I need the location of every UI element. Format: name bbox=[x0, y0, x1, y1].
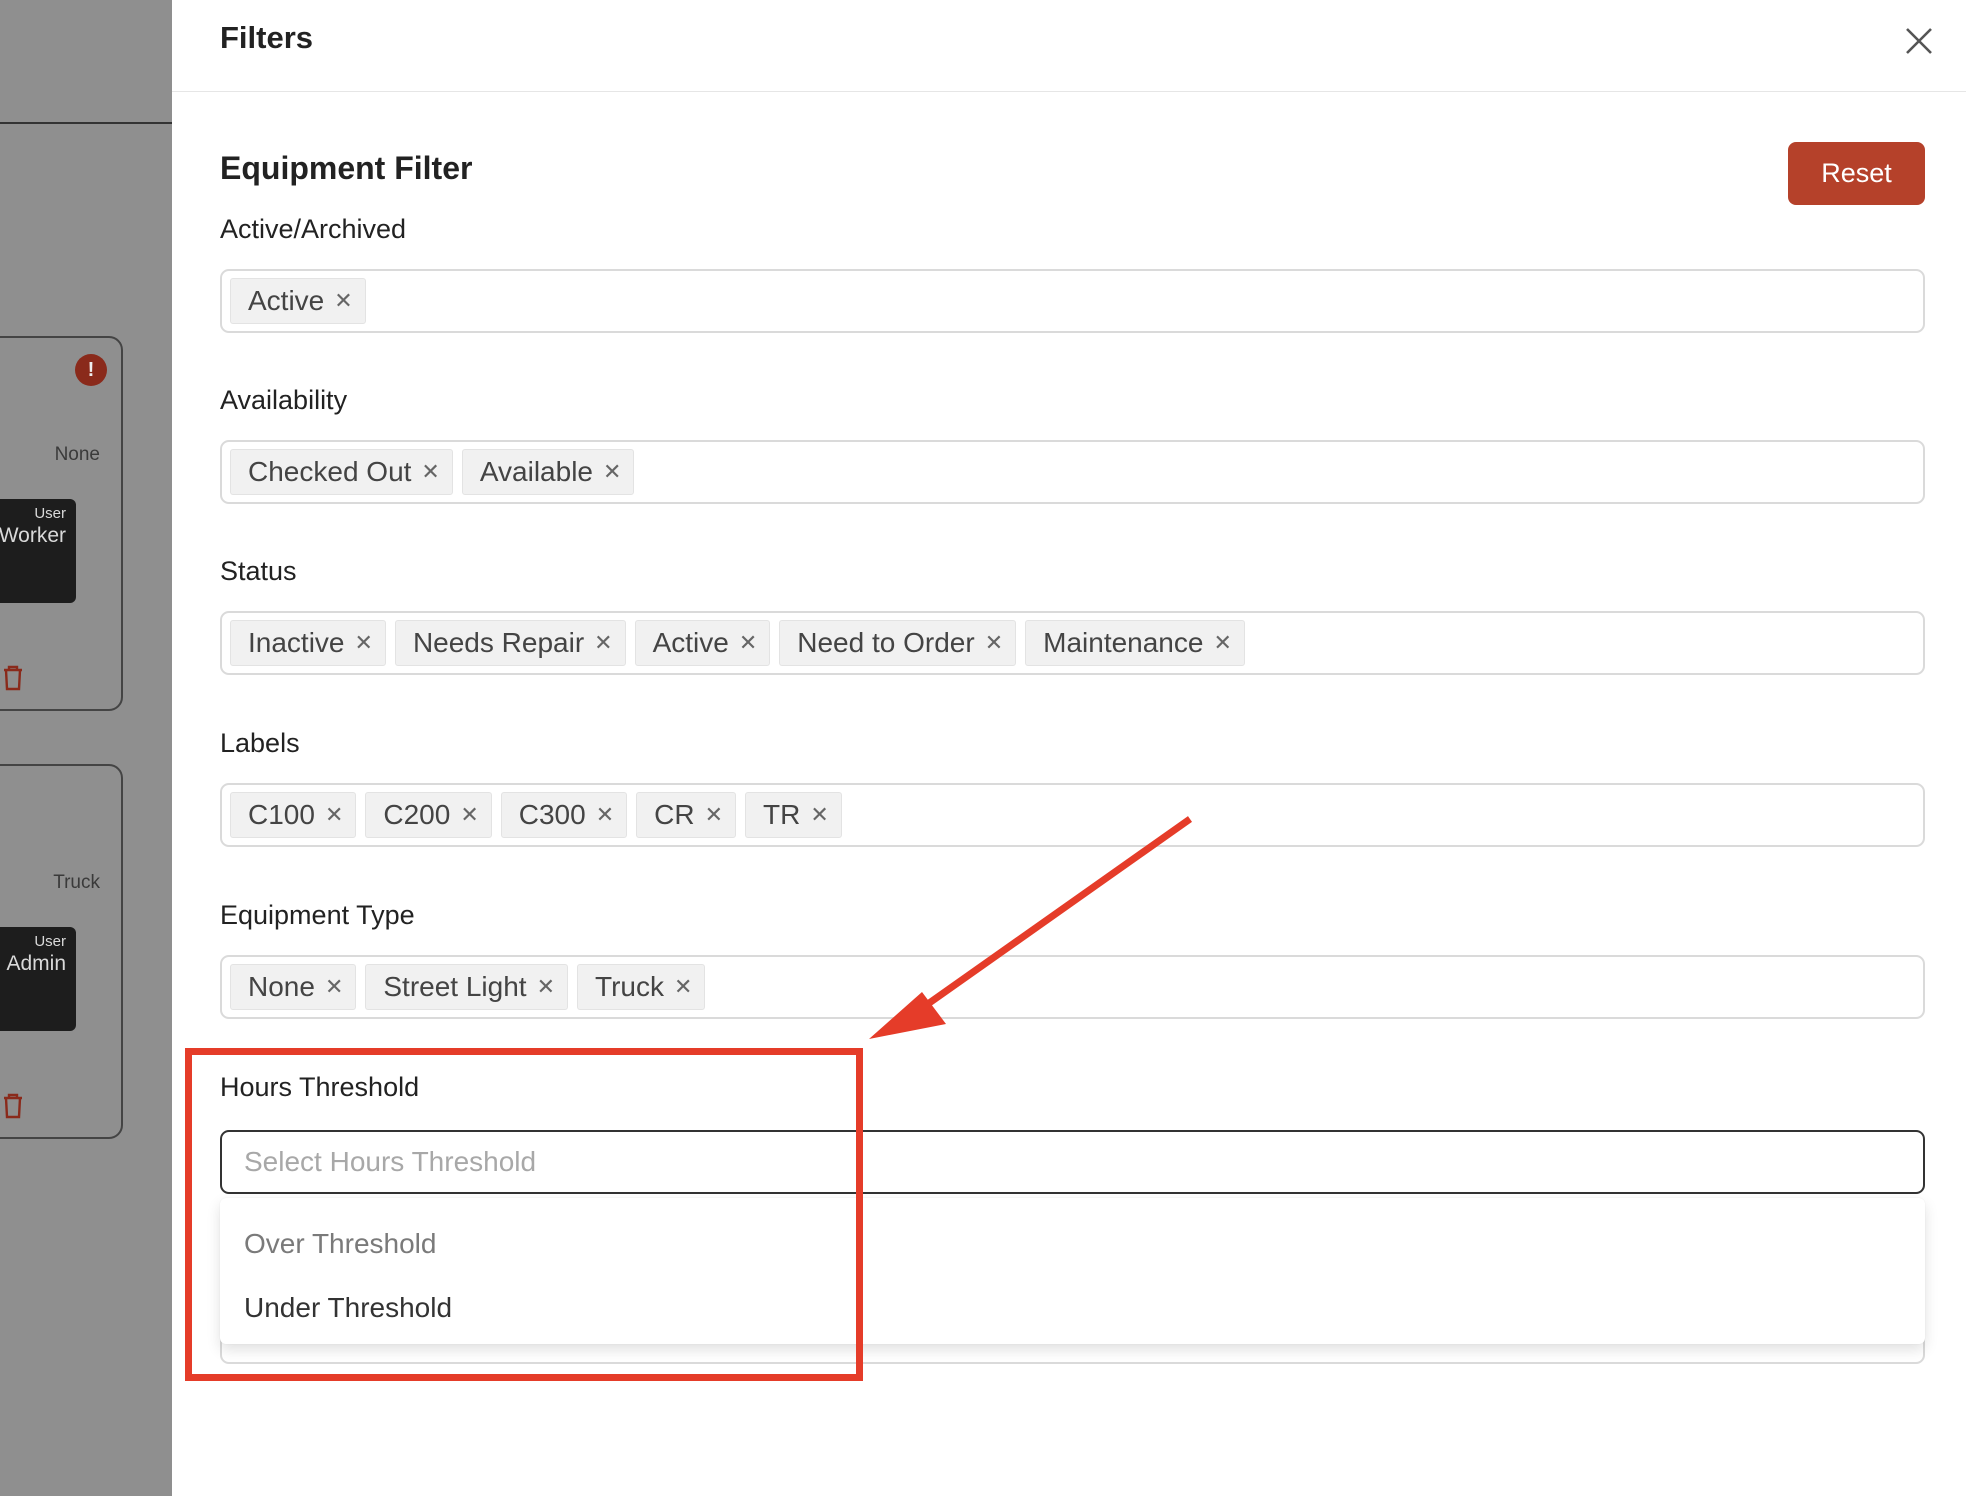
tag: C200 ✕ bbox=[365, 792, 492, 838]
tag: CR ✕ bbox=[636, 792, 737, 838]
remove-tag-icon[interactable]: ✕ bbox=[334, 288, 352, 314]
tag-label: Need to Order bbox=[797, 627, 975, 658]
page-backdrop[interactable]: ! None User Worker Truck User Admin bbox=[0, 0, 172, 1496]
alert-icon: ! bbox=[75, 354, 107, 386]
hours-threshold-label: Hours Threshold bbox=[220, 1072, 420, 1102]
hours-threshold-dropdown: Over Threshold Under Threshold bbox=[220, 1198, 1925, 1344]
tag-label: TR bbox=[763, 799, 801, 830]
status-select[interactable]: Inactive ✕ Needs Repair ✕ Active ✕ Need to … bbox=[220, 611, 1925, 675]
tag-label: Inactive bbox=[248, 627, 345, 658]
tag: Inactive ✕ bbox=[230, 620, 386, 666]
remove-tag-icon[interactable]: ✕ bbox=[674, 974, 692, 1000]
tag-label: Street Light bbox=[383, 971, 527, 1002]
labels-select[interactable]: C100 ✕ C200 ✕ C300 ✕ CR ✕ TR ✕ bbox=[220, 783, 1925, 847]
tag: TR ✕ bbox=[745, 792, 842, 838]
trash-icon[interactable] bbox=[2, 665, 24, 691]
tag-label: Maintenance bbox=[1043, 627, 1204, 658]
tag: Checked Out ✕ bbox=[230, 449, 453, 495]
tag-label: None bbox=[248, 971, 315, 1002]
tag-label: C300 bbox=[518, 799, 586, 830]
tag-label: CR bbox=[654, 799, 695, 830]
remove-tag-icon[interactable]: ✕ bbox=[603, 459, 621, 485]
tag: C100 ✕ bbox=[230, 792, 357, 838]
availability-select[interactable]: Checked Out ✕ Available ✕ bbox=[220, 440, 1925, 504]
tag: Need to Order ✕ bbox=[779, 620, 1017, 666]
remove-tag-icon[interactable]: ✕ bbox=[596, 802, 614, 828]
equipment-type-label: Equipment Type bbox=[220, 900, 415, 930]
remove-tag-icon[interactable]: ✕ bbox=[421, 459, 439, 485]
remove-tag-icon[interactable]: ✕ bbox=[325, 802, 343, 828]
user-badge-name: Worker bbox=[0, 524, 66, 547]
equipment-type-select[interactable]: None ✕ Street Light ✕ Truck ✕ bbox=[220, 955, 1925, 1019]
option-under-threshold[interactable]: Under Threshold bbox=[220, 1276, 1925, 1340]
active-archived-select[interactable]: Active ✕ bbox=[220, 269, 1925, 333]
tag: Maintenance ✕ bbox=[1025, 620, 1245, 666]
reset-button[interactable]: Reset bbox=[1788, 142, 1925, 205]
user-badge-caption: User bbox=[34, 505, 66, 522]
tag: None ✕ bbox=[230, 964, 357, 1010]
user-badge-name: Admin bbox=[6, 952, 66, 975]
availability-label: Availability bbox=[220, 385, 348, 415]
remove-tag-icon[interactable]: ✕ bbox=[460, 802, 478, 828]
labels-label: Labels bbox=[220, 728, 300, 758]
remove-tag-icon[interactable]: ✕ bbox=[594, 630, 612, 656]
remove-tag-icon[interactable]: ✕ bbox=[739, 630, 757, 656]
user-badge: User Worker bbox=[0, 499, 76, 603]
remove-tag-icon[interactable]: ✕ bbox=[537, 974, 555, 1000]
remove-tag-icon[interactable]: ✕ bbox=[1213, 630, 1231, 656]
tag-label: Available bbox=[479, 456, 593, 487]
close-icon[interactable] bbox=[1902, 24, 1936, 58]
tag-label: C200 bbox=[383, 799, 451, 830]
tag: Street Light ✕ bbox=[365, 964, 569, 1010]
remove-tag-icon[interactable]: ✕ bbox=[705, 802, 723, 828]
section-title: Equipment Filter bbox=[220, 150, 473, 186]
tag-label: C100 bbox=[248, 799, 315, 830]
drawer-header: Filters bbox=[172, 0, 1966, 92]
status-label: Status bbox=[220, 556, 297, 586]
equipment-type-text: None bbox=[54, 444, 100, 465]
tag: Needs Repair ✕ bbox=[394, 620, 626, 666]
tag: C300 ✕ bbox=[500, 792, 628, 838]
user-badge-caption: User bbox=[34, 933, 66, 950]
hours-threshold-input[interactable] bbox=[220, 1130, 1925, 1194]
drawer-title: Filters bbox=[220, 20, 314, 55]
tag-label: Truck bbox=[595, 971, 664, 1002]
tag-label: Active bbox=[248, 285, 325, 316]
tag-label: Active bbox=[652, 627, 729, 658]
option-over-threshold[interactable]: Over Threshold bbox=[220, 1212, 1925, 1276]
active-archived-label: Active/Archived bbox=[220, 214, 407, 244]
remove-tag-icon[interactable]: ✕ bbox=[985, 630, 1003, 656]
header-divider bbox=[0, 122, 172, 124]
remove-tag-icon[interactable]: ✕ bbox=[810, 802, 828, 828]
user-badge: User Admin bbox=[0, 927, 76, 1031]
remove-tag-icon[interactable]: ✕ bbox=[355, 630, 373, 656]
tag: Active ✕ bbox=[634, 620, 771, 666]
equipment-type-text: Truck bbox=[53, 872, 100, 893]
tag: Truck ✕ bbox=[577, 964, 706, 1010]
tag-label: Checked Out bbox=[248, 456, 412, 487]
trash-icon[interactable] bbox=[2, 1093, 24, 1119]
tag-label: Needs Repair bbox=[412, 627, 585, 658]
tag: Active ✕ bbox=[230, 278, 366, 324]
filters-drawer: Filters Equipment Filter Reset Active/Ar… bbox=[172, 0, 1966, 1496]
tag: Available ✕ bbox=[461, 449, 635, 495]
remove-tag-icon[interactable]: ✕ bbox=[325, 974, 343, 1000]
